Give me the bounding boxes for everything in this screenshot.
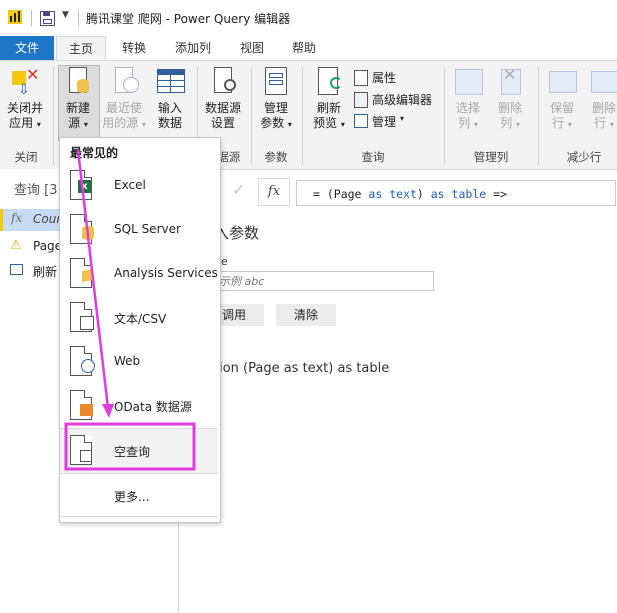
annotation-overlay bbox=[64, 149, 196, 471]
annotation-highlight-box bbox=[64, 422, 196, 471]
annotation-arrow-head bbox=[102, 404, 114, 418]
annotation-arrow bbox=[76, 149, 110, 409]
